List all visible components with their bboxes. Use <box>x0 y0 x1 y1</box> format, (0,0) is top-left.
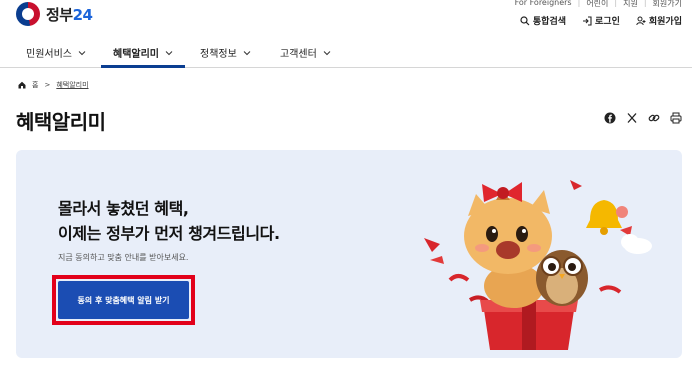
breadcrumb-current[interactable]: 혜택알리미 <box>56 80 88 90</box>
banner-headline: 몰라서 놓쳤던 혜택, 이제는 정부가 먼저 챙겨드립니다. <box>58 196 280 246</box>
consent-alert-button[interactable]: 동의 후 맞춤혜택 알림 받기 <box>58 281 189 319</box>
home-icon[interactable] <box>18 81 26 89</box>
nav-item-policy-info[interactable]: 정책정보 <box>200 45 251 60</box>
nav-item-civil-service[interactable]: 민원서비스 <box>26 45 86 60</box>
headline-line-2: 이제는 정부가 먼저 챙겨드립니다. <box>58 224 280 243</box>
top-actions: 통합검색 로그인 회원가입 <box>520 14 682 27</box>
user-plus-icon <box>636 16 646 25</box>
utility-link-more[interactable]: 회원가기 <box>653 0 682 9</box>
chevron-down-icon <box>243 50 251 55</box>
mascot-gift-illustration <box>424 180 652 350</box>
x-icon[interactable] <box>626 112 638 124</box>
active-nav-indicator <box>101 65 185 68</box>
nav-item-benefit-alert[interactable]: 혜택알리미 <box>113 45 173 60</box>
utility-link-foreigners[interactable]: For Foreigners <box>515 0 572 9</box>
taegeuk-logo-icon <box>16 2 40 26</box>
nav-item-customer-center[interactable]: 고객센터 <box>280 45 331 60</box>
logo-text: 정부24 <box>46 5 93 24</box>
breadcrumb: 홈 > 혜택알리미 <box>18 80 89 90</box>
headline-line-1: 몰라서 놓쳤던 혜택, <box>58 199 189 218</box>
page-title: 혜택알리미 <box>16 110 106 134</box>
gov24-logo[interactable]: 정부24 <box>16 0 93 28</box>
utility-link-support[interactable]: 지원 <box>623 0 638 9</box>
breadcrumb-separator: > <box>44 81 51 89</box>
search-button[interactable]: 통합검색 <box>520 14 566 27</box>
banner-subtext: 지금 동의하고 맞춤 안내를 받아보세요. <box>58 253 189 262</box>
chevron-down-icon <box>78 50 86 55</box>
chevron-down-icon <box>323 50 331 55</box>
login-button[interactable]: 로그인 <box>582 14 620 27</box>
utility-link-kids[interactable]: 어린이 <box>586 0 608 9</box>
share-toolbar <box>604 112 682 124</box>
link-icon[interactable] <box>648 112 660 124</box>
login-icon <box>583 15 592 26</box>
print-icon[interactable] <box>670 112 682 124</box>
signup-button[interactable]: 회원가입 <box>636 14 682 27</box>
main-nav: 민원서비스 혜택알리미 정책정보 고객센터 <box>0 36 692 68</box>
breadcrumb-home[interactable]: 홈 <box>32 80 38 90</box>
facebook-icon[interactable] <box>604 112 616 124</box>
chevron-down-icon <box>165 50 173 55</box>
top-bar: 정부24 For Foreigners | 어린이 | 지원 | 회원가기 통합… <box>0 0 692 36</box>
utility-links: For Foreigners | 어린이 | 지원 | 회원가기 <box>514 0 682 9</box>
search-icon <box>520 15 530 25</box>
